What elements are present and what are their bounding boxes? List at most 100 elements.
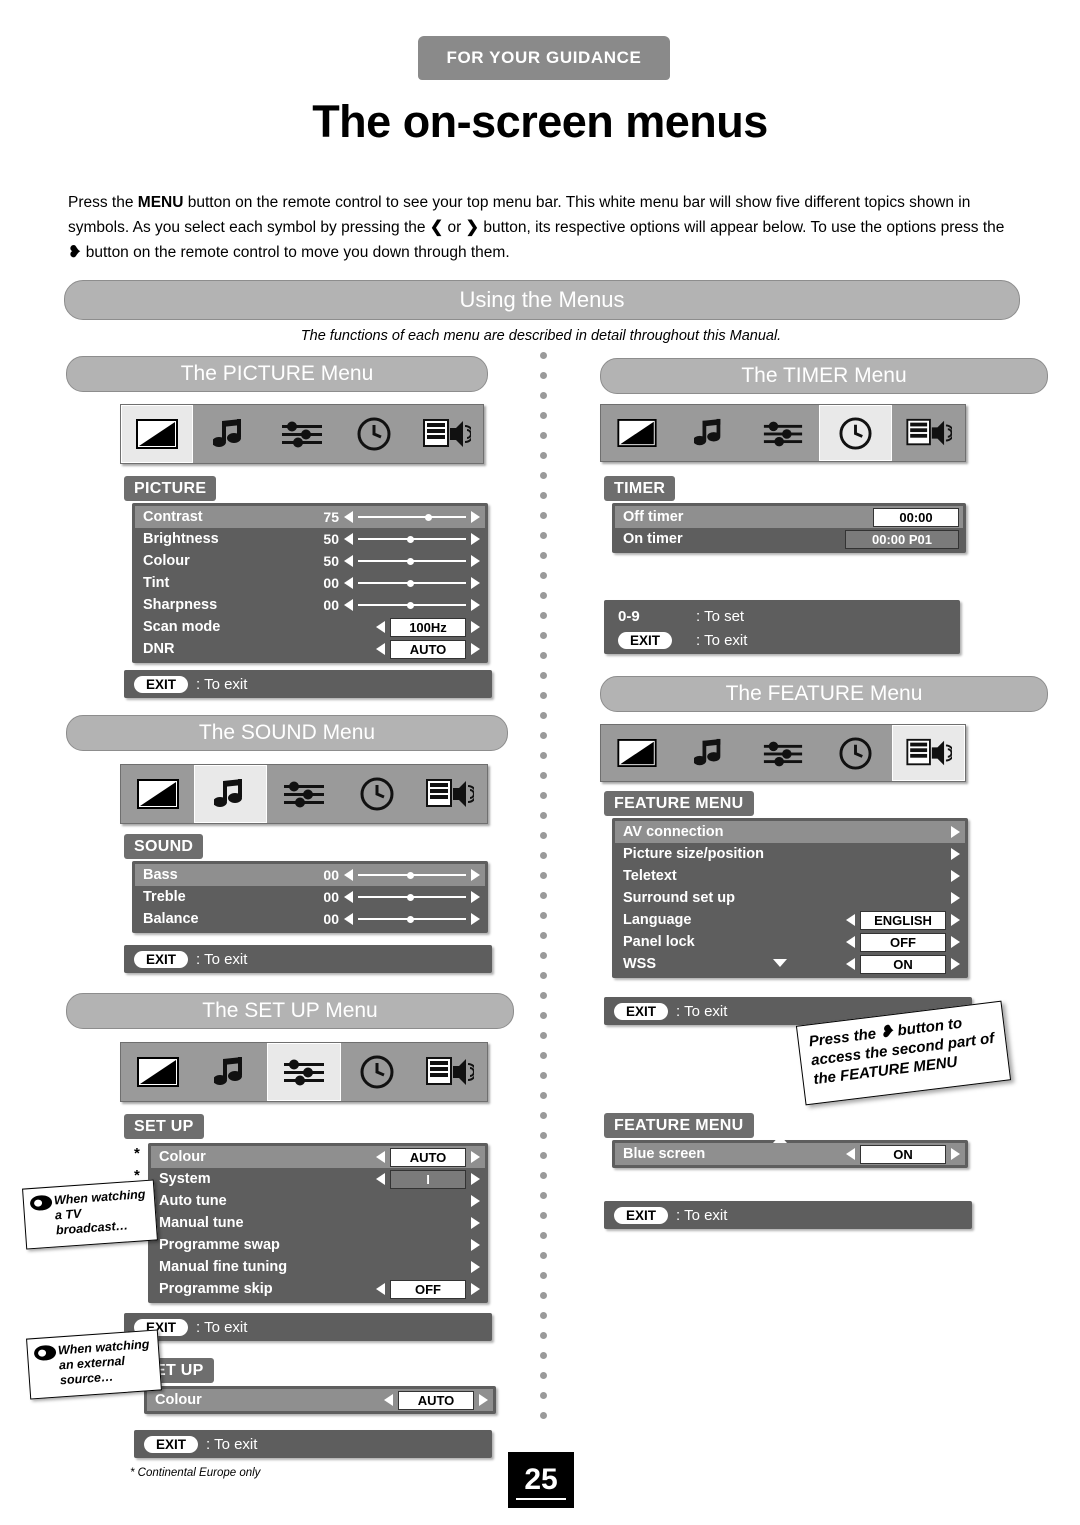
exit-key-pill[interactable]: EXIT [614,1002,669,1020]
picture-exit-bar[interactable]: EXIT : To exit [124,670,492,698]
left-triangle-icon[interactable] [344,913,353,925]
table-row[interactable]: Contrast 75 [135,506,485,528]
right-triangle-icon[interactable] [951,892,960,904]
right-triangle-icon[interactable] [471,577,480,589]
row-value-chip[interactable]: ON [860,954,946,974]
slider-track[interactable] [358,533,466,545]
icon-picture-cell[interactable] [121,765,194,823]
exit-key-pill[interactable]: EXIT [134,950,189,968]
icon-setup-cell[interactable] [747,405,820,461]
table-row[interactable]: Programme swap [151,1234,485,1256]
left-triangle-icon[interactable] [344,555,353,567]
icon-picture-cell[interactable] [121,405,194,463]
right-triangle-icon[interactable] [471,533,480,545]
icon-timer-cell[interactable] [341,765,414,823]
right-triangle-icon[interactable] [471,869,480,881]
icon-feature-cell[interactable] [414,765,487,823]
feature-icon-bar[interactable] [600,724,966,782]
left-triangle-icon[interactable] [344,511,353,523]
left-triangle-icon[interactable] [344,869,353,881]
icon-setup-cell[interactable] [267,765,340,823]
icon-sound-cell[interactable] [674,725,747,781]
icon-timer-cell[interactable] [338,405,410,463]
exit-key-pill[interactable]: EXIT [618,631,673,649]
icon-feature-cell[interactable] [892,725,965,781]
left-triangle-icon[interactable] [344,577,353,589]
table-row[interactable]: Teletext [615,865,965,887]
right-triangle-icon[interactable] [471,555,480,567]
table-row[interactable]: DNR AUTO [135,638,485,660]
table-row[interactable]: Language ENGLISH [615,909,965,931]
table-row[interactable]: Manual fine tuning [151,1256,485,1278]
row-value-chip[interactable]: OFF [860,932,946,952]
setup-exit-bar[interactable]: EXIT : To exit [124,1313,492,1341]
icon-picture-cell[interactable] [121,1043,194,1101]
icon-picture-cell[interactable] [601,405,674,461]
slider-track[interactable] [358,891,466,903]
right-triangle-icon[interactable] [471,891,480,903]
table-row[interactable]: Treble 00 [135,886,485,908]
row-value-chip[interactable]: AUTO [390,1147,466,1167]
right-triangle-icon[interactable] [951,826,960,838]
exit-key-pill[interactable]: EXIT [134,675,189,693]
left-triangle-icon[interactable] [846,914,855,926]
right-triangle-icon[interactable] [471,1195,480,1207]
row-value-chip[interactable]: I [390,1169,466,1189]
right-triangle-icon[interactable] [951,870,960,882]
icon-picture-cell[interactable] [601,725,674,781]
right-triangle-icon[interactable] [471,1261,480,1273]
table-row[interactable]: Auto tune [151,1190,485,1212]
right-triangle-icon[interactable] [951,914,960,926]
exit-key-pill[interactable]: EXIT [144,1435,199,1453]
slider-track[interactable] [358,555,466,567]
sound-exit-bar[interactable]: EXIT : To exit [124,945,492,973]
table-row[interactable]: Balance 00 [135,908,485,930]
table-row[interactable]: Off timer 00:00 [615,506,963,528]
right-triangle-icon[interactable] [471,1151,480,1163]
left-triangle-icon[interactable] [384,1394,393,1406]
right-triangle-icon[interactable] [471,511,480,523]
slider-track[interactable] [358,577,466,589]
feature-exit-bar-2[interactable]: EXIT : To exit [604,1201,972,1229]
right-triangle-icon[interactable] [471,643,480,655]
table-row[interactable]: Blue screen ON [615,1135,965,1165]
right-triangle-icon[interactable] [471,1217,480,1229]
row-value-chip[interactable]: ON [860,1144,946,1164]
table-row[interactable]: System I [151,1168,485,1190]
table-row[interactable]: Manual tune [151,1212,485,1234]
left-triangle-icon[interactable] [376,621,385,633]
left-triangle-icon[interactable] [846,958,855,970]
right-triangle-icon[interactable] [951,958,960,970]
left-triangle-icon[interactable] [846,1148,855,1160]
icon-timer-cell[interactable] [819,405,893,461]
right-triangle-icon[interactable] [471,1239,480,1251]
table-row[interactable]: Surround set up [615,887,965,909]
picture-icon-bar[interactable] [120,404,484,464]
right-triangle-icon[interactable] [471,621,480,633]
left-triangle-icon[interactable] [344,533,353,545]
table-row[interactable]: Panel lock OFF [615,931,965,953]
table-row[interactable]: Scan mode 100Hz [135,616,485,638]
right-triangle-icon[interactable] [471,1283,480,1295]
left-triangle-icon[interactable] [376,1283,385,1295]
left-triangle-icon[interactable] [846,936,855,948]
row-value-chip[interactable]: 00:00 [873,507,959,527]
row-value-chip[interactable]: 00:00 P01 [845,529,959,549]
row-value-chip[interactable]: AUTO [390,639,466,659]
right-triangle-icon[interactable] [951,936,960,948]
row-value-chip[interactable]: OFF [390,1279,466,1299]
table-row[interactable]: Brightness 50 [135,528,485,550]
table-row[interactable]: Bass 00 [135,864,485,886]
icon-setup-cell[interactable] [266,405,338,463]
icon-setup-cell[interactable] [267,1043,341,1101]
left-triangle-icon[interactable] [344,599,353,611]
icon-feature-cell[interactable] [892,405,965,461]
right-triangle-icon[interactable] [951,848,960,860]
icon-feature-cell[interactable] [414,1043,487,1101]
right-triangle-icon[interactable] [479,1394,488,1406]
slider-track[interactable] [358,913,466,925]
table-row[interactable]: Sharpness 00 [135,594,485,616]
table-row[interactable]: Colour AUTO [147,1389,493,1411]
row-value-chip[interactable]: ENGLISH [860,910,946,930]
icon-sound-cell[interactable] [194,1043,267,1101]
